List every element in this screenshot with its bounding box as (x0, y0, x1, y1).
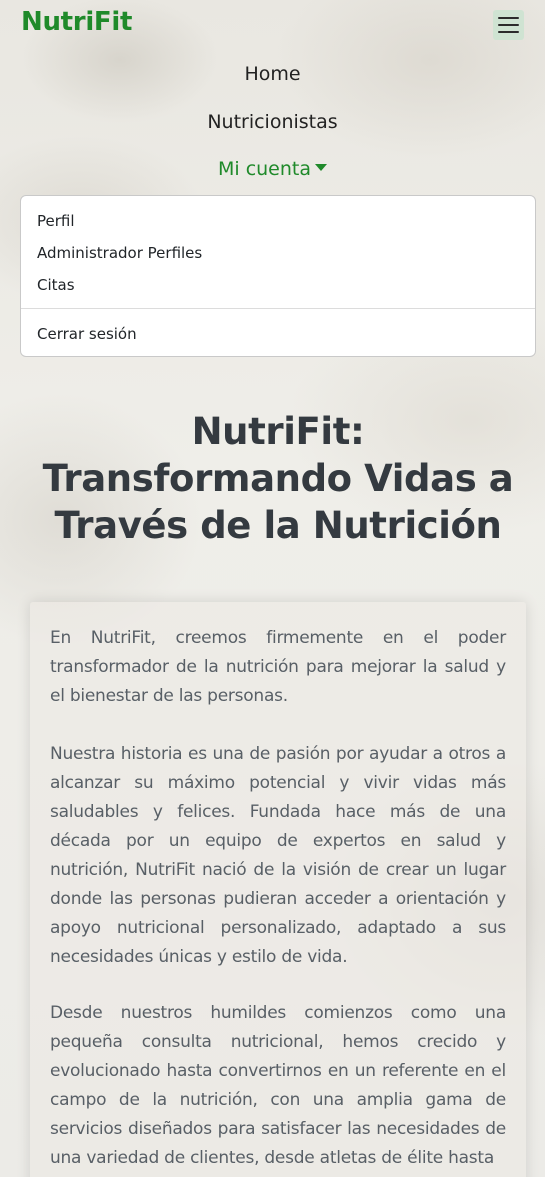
nav-link-nutricionistas[interactable]: Nutricionistas (0, 111, 545, 133)
dropdown-item-citas[interactable]: Citas (37, 276, 75, 294)
brand-logo[interactable]: NutriFit (21, 7, 132, 37)
dropdown-item-admin-perfiles[interactable]: Administrador Perfiles (37, 244, 202, 262)
about-card: En NutriFit, creemos firmemente en el po… (30, 602, 526, 1177)
dropdown-divider (21, 308, 535, 309)
hamburger-menu-icon[interactable] (493, 10, 524, 40)
navbar: NutriFit (0, 0, 545, 50)
account-dropdown-menu: Perfil Administrador Perfiles Citas Cerr… (20, 195, 536, 357)
about-paragraph-2: Nuestra historia es una de pasión por ay… (50, 744, 506, 967)
caret-down-icon (315, 164, 328, 171)
nav-dropdown-label: Mi cuenta (217, 158, 312, 180)
dropdown-item-perfil[interactable]: Perfil (37, 212, 75, 230)
about-paragraph-1: En NutriFit, creemos firmemente en el po… (50, 628, 506, 706)
page-title: NutriFit: Transformando Vidas a Través d… (42, 410, 514, 547)
nav-dropdown-mi-cuenta[interactable]: Mi cuenta (0, 158, 545, 180)
nav-link-home[interactable]: Home (0, 63, 545, 85)
about-paragraph-3: Desde nuestros humildes comienzos como u… (50, 1003, 506, 1168)
dropdown-item-cerrar-sesion[interactable]: Cerrar sesión (37, 325, 137, 343)
